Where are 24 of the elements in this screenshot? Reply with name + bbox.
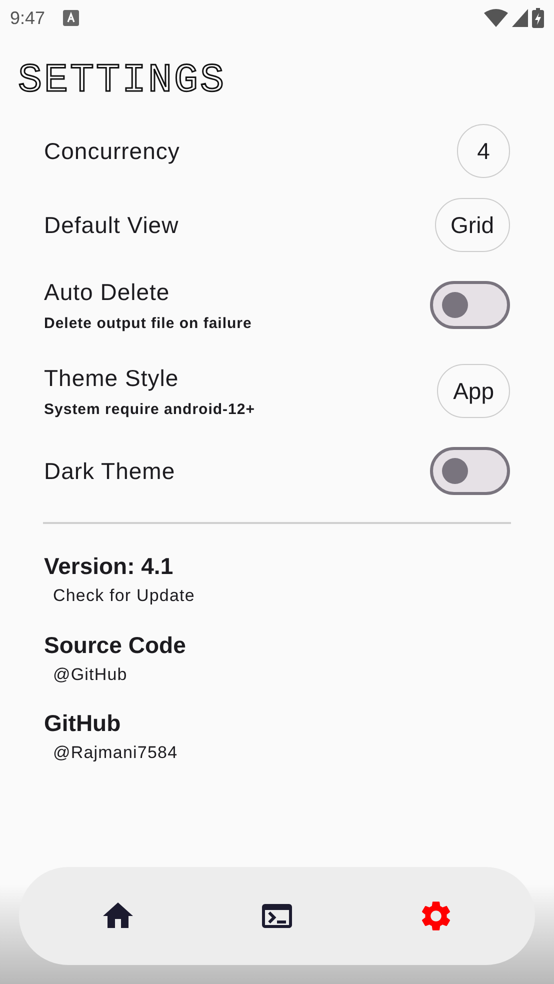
keyboard-indicator-icon [63,10,80,26]
toggle-switch[interactable] [430,281,510,329]
about-title: Version: 4.1 [44,552,174,580]
value-chip[interactable]: 4 [457,124,510,178]
battery-icon [532,8,544,28]
setting-label: Default View [44,210,179,240]
setting-description: System require android-12+ [44,400,255,420]
status-time: 9:47 [10,6,46,30]
about-title: GitHub [44,709,121,737]
page-title: SETTINGS [18,60,228,104]
value-chip[interactable]: App [437,364,510,418]
setting-description: Delete output file on failure [44,314,252,334]
setting-label: Dark Theme [44,456,176,486]
setting-label: Theme Style [44,364,180,393]
about-link[interactable]: Check for Update [53,583,195,608]
about-link[interactable]: @GitHub [53,662,128,687]
wifi-icon [484,9,508,27]
toggle-switch[interactable] [430,447,510,495]
about-link[interactable]: @Rajmani7584 [53,740,178,766]
setting-label: Auto Delete [44,278,171,306]
about-title: Source Code [44,630,186,658]
value-chip[interactable]: Grid [434,198,510,252]
setting-label: Concurrency [44,136,180,166]
signal-icon [512,9,528,27]
